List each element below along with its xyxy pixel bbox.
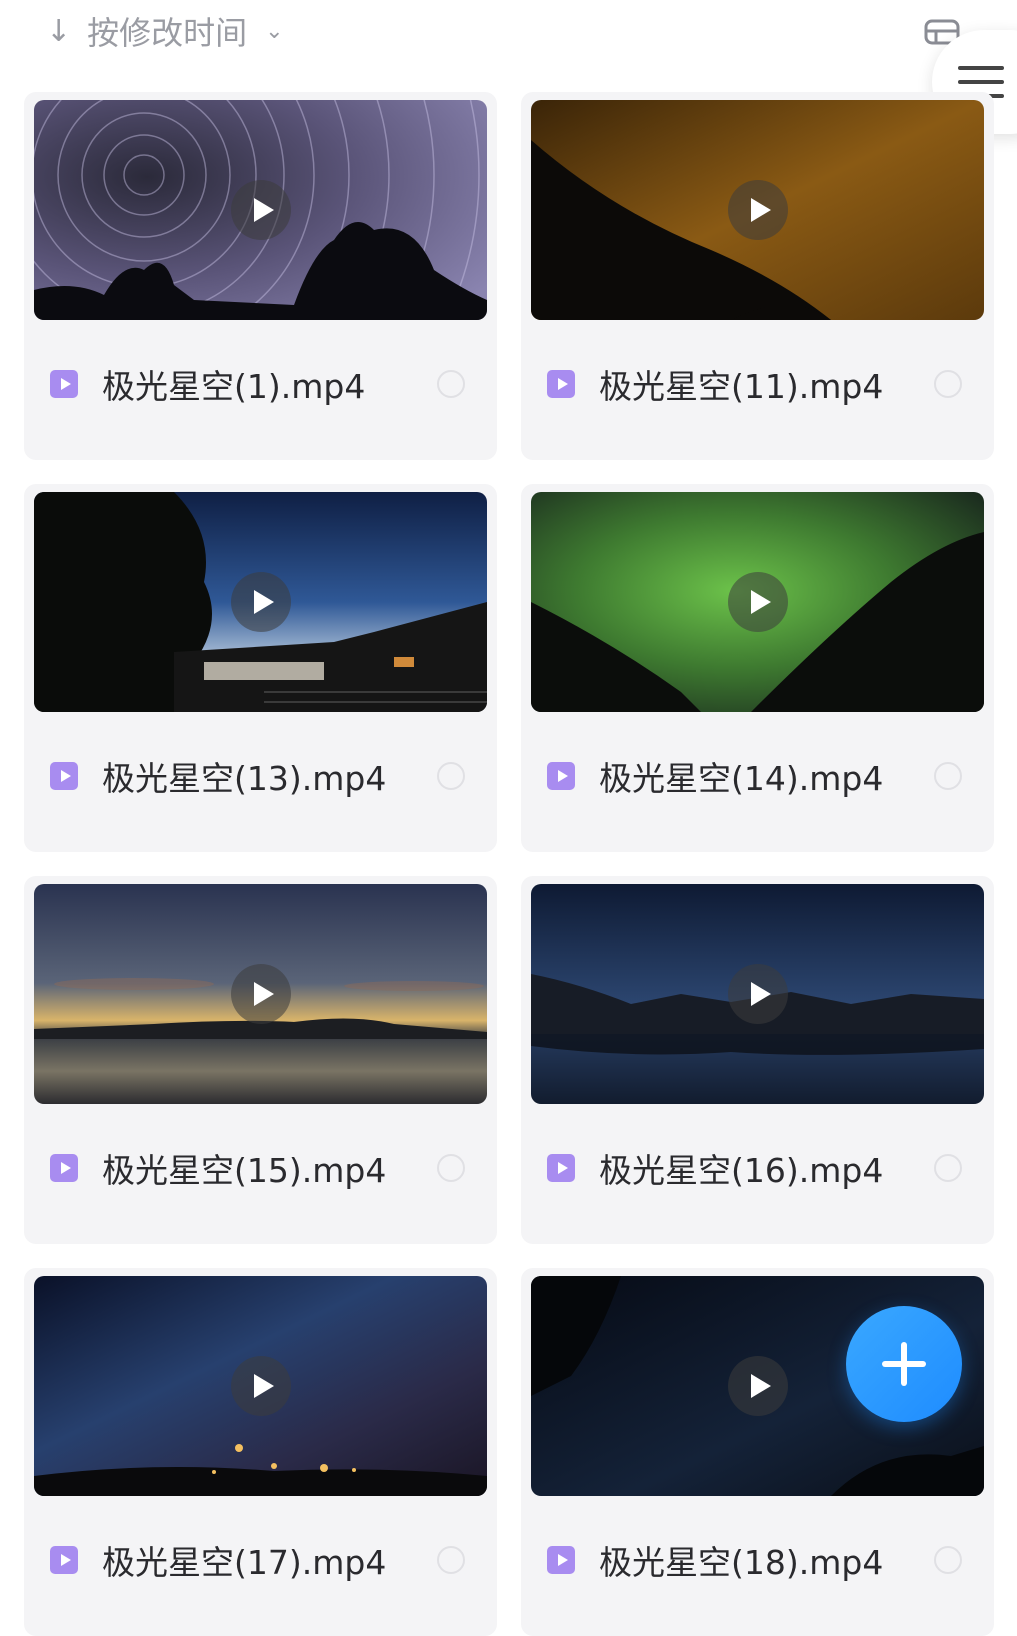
file-name: 极光星空(18).mp4 — [599, 1543, 884, 1582]
file-card[interactable]: 极光星空(14).mp4 — [521, 484, 994, 852]
select-radio[interactable] — [934, 370, 962, 398]
select-radio[interactable] — [934, 1546, 962, 1574]
video-file-icon — [50, 1154, 78, 1182]
file-card[interactable]: 极光星空(16).mp4 — [521, 876, 994, 1244]
file-name: 极光星空(16).mp4 — [599, 1151, 884, 1190]
add-button[interactable] — [846, 1306, 962, 1422]
play-icon[interactable] — [727, 180, 788, 240]
file-grid: 极光星空(1).mp4 极光星空(11).mp4 极光星空(13).mp4 极光… — [24, 92, 994, 1636]
file-card[interactable]: 极光星空(17).mp4 — [24, 1268, 497, 1636]
select-radio[interactable] — [437, 1546, 465, 1574]
chevron-down-icon: ⌄ — [265, 18, 284, 44]
video-thumbnail[interactable] — [34, 1276, 487, 1496]
file-name: 极光星空(15).mp4 — [102, 1151, 387, 1190]
file-name: 极光星空(11).mp4 — [599, 367, 884, 406]
video-file-icon — [50, 370, 78, 398]
video-thumbnail[interactable] — [531, 100, 984, 320]
video-file-icon — [547, 370, 575, 398]
video-file-icon — [50, 762, 78, 790]
video-file-icon — [547, 1546, 575, 1574]
select-radio[interactable] — [437, 762, 465, 790]
play-icon[interactable] — [230, 1356, 291, 1416]
sort-label: 按修改时间 — [87, 14, 248, 52]
play-icon[interactable] — [727, 1356, 788, 1416]
select-radio[interactable] — [934, 1154, 962, 1182]
file-card[interactable]: 极光星空(13).mp4 — [24, 484, 497, 852]
file-name: 极光星空(1).mp4 — [102, 367, 366, 406]
plus-icon — [882, 1342, 926, 1386]
file-name: 极光星空(17).mp4 — [102, 1543, 387, 1582]
top-toolbar: ↓ 按修改时间 ⌄ — [0, 0, 1017, 70]
play-icon[interactable] — [230, 180, 291, 240]
sort-selector[interactable]: ↓ 按修改时间 ⌄ — [46, 8, 284, 54]
select-radio[interactable] — [437, 370, 465, 398]
play-icon[interactable] — [727, 964, 788, 1024]
play-icon[interactable] — [230, 964, 291, 1024]
video-file-icon — [50, 1546, 78, 1574]
file-card[interactable]: 极光星空(1).mp4 — [24, 92, 497, 460]
video-thumbnail[interactable] — [34, 100, 487, 320]
arrow-down-icon: ↓ — [46, 13, 72, 49]
video-thumbnail[interactable] — [34, 492, 487, 712]
video-thumbnail[interactable] — [34, 884, 487, 1104]
video-thumbnail[interactable] — [531, 492, 984, 712]
select-radio[interactable] — [437, 1154, 465, 1182]
video-thumbnail[interactable] — [531, 884, 984, 1104]
select-radio[interactable] — [934, 762, 962, 790]
file-name: 极光星空(13).mp4 — [102, 759, 387, 798]
file-card[interactable]: 极光星空(15).mp4 — [24, 876, 497, 1244]
file-card[interactable]: 极光星空(11).mp4 — [521, 92, 994, 460]
play-icon[interactable] — [230, 572, 291, 632]
file-name: 极光星空(14).mp4 — [599, 759, 884, 798]
play-icon[interactable] — [727, 572, 788, 632]
video-file-icon — [547, 762, 575, 790]
video-file-icon — [547, 1154, 575, 1182]
